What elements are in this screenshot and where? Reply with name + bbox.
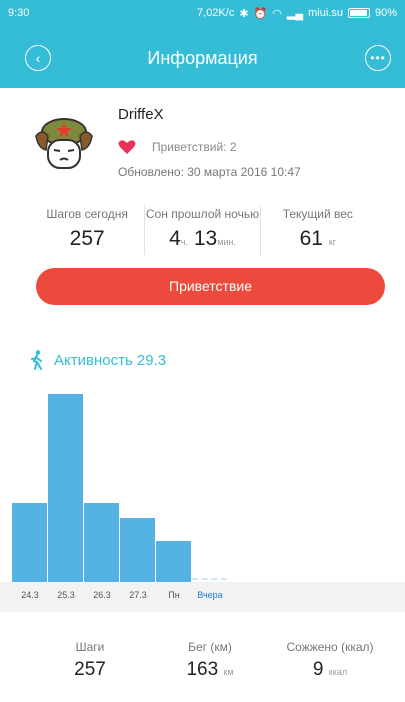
sleep-minutes-unit: мин. (217, 237, 236, 247)
activity-header[interactable]: Активность 29.3 (30, 350, 166, 370)
sleep-hours: 4 (169, 227, 181, 250)
sleep-label: Сон прошлой ночью (145, 207, 260, 221)
bluetooth-icon: ✱ (239, 7, 249, 20)
page-title: Информация (147, 48, 258, 68)
chart-tick-label: 27.3 (129, 590, 147, 600)
weight-value: 61 кг (261, 227, 375, 251)
chart-tick-label: 25.3 (57, 590, 75, 600)
summary-run-number: 163 (186, 659, 219, 680)
summary-run-value: 163 км (150, 659, 270, 681)
status-time: 9:30 (8, 7, 30, 19)
current-weight: Текущий вес 61 кг (259, 205, 375, 255)
activity-chart[interactable] (0, 380, 405, 610)
summary-stats: Шаги 257 Бег (км) 163 км Сожжено (ккал) … (30, 640, 390, 681)
greet-button[interactable]: Приветствие (36, 268, 385, 305)
activity-bar[interactable] (12, 503, 47, 582)
profile-name: DriffeX (118, 106, 164, 123)
status-bar: 9:30 7,02K/c ✱ ⏰ ◠ ▂▄ miui.su 90% (0, 0, 405, 26)
summary-burned-number: 9 (312, 659, 324, 680)
updated-time: Обновлено: 30 марта 2016 10:47 (118, 165, 301, 179)
summary-run: Бег (км) 163 км (150, 640, 270, 681)
app-bar: ‹ Информация ••• (0, 26, 405, 88)
battery-icon (347, 8, 370, 18)
chart-tick-label: Пн (168, 590, 180, 600)
summary-burned-unit: ккал (328, 667, 348, 677)
avatar (35, 118, 93, 169)
status-indicators: 7,02K/c ✱ ⏰ ◠ ▂▄ miui.su 90% (197, 7, 397, 20)
chart-tick-label: 24.3 (21, 590, 39, 600)
heart-icon[interactable] (118, 139, 136, 155)
sleep-last-night: Сон прошлой ночью 4ч. 13мин. (144, 205, 259, 255)
steps-today-value: 257 (69, 227, 105, 250)
wifi-icon: ◠ (272, 7, 282, 20)
weight-unit: кг (328, 237, 337, 247)
summary-run-label: Бег (км) (188, 640, 232, 654)
chart-tick-label: Вчера (197, 590, 223, 600)
greetings-count: Приветствий: 2 (152, 140, 237, 154)
sleep-value: 4ч. 13мин. (145, 227, 259, 251)
steps-today: Шагов сегодня 257 (30, 205, 144, 255)
summary-run-unit: км (223, 667, 234, 677)
summary-burned-label: Сожжено (ккал) (286, 640, 374, 654)
weight-number: 61 (299, 227, 323, 250)
battery-level: 90% (374, 7, 397, 19)
steps-today-label: Шагов сегодня (46, 207, 128, 221)
sleep-minutes: 13 (193, 227, 218, 250)
network-speed: 7,02K/c (197, 7, 235, 19)
activity-label: Активность 29.3 (54, 351, 167, 369)
today-stats: Шагов сегодня 257 Сон прошлой ночью 4ч. … (30, 205, 375, 255)
more-dots-icon: ••• (370, 51, 386, 65)
signal-icon: ▂▄ (286, 7, 304, 20)
more-button[interactable]: ••• (365, 45, 391, 71)
walking-person-icon (31, 350, 42, 370)
activity-bar[interactable] (120, 518, 155, 582)
activity-bar[interactable] (84, 503, 119, 582)
carrier-name: miui.su (308, 7, 343, 19)
weight-label: Текущий вес (282, 207, 353, 221)
summary-burned-value: 9 ккал (270, 659, 390, 681)
chart-tick-label: 26.3 (93, 590, 111, 600)
summary-steps: Шаги 257 (30, 640, 150, 681)
sleep-hours-unit: ч. (180, 237, 188, 247)
summary-steps-value: 257 (74, 659, 106, 680)
activity-bar[interactable] (156, 541, 191, 582)
summary-burned: Сожжено (ккал) 9 ккал (270, 640, 390, 681)
alarm-icon: ⏰ (253, 7, 268, 20)
summary-steps-label: Шаги (75, 640, 105, 654)
activity-bar[interactable] (48, 394, 83, 582)
